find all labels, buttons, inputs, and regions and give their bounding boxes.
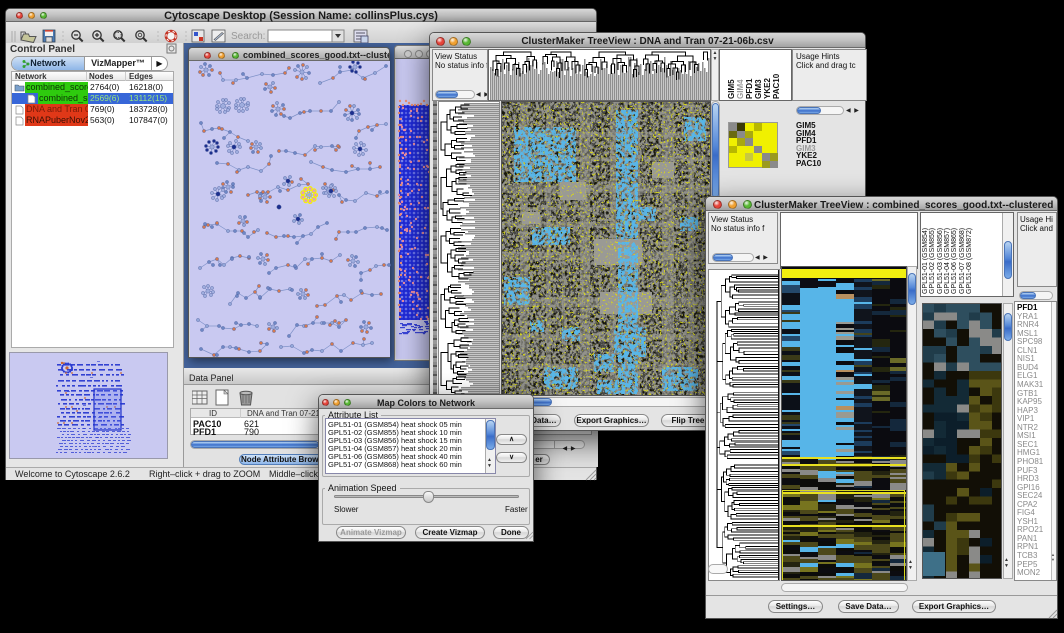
svg-text:Search:: Search:: [231, 31, 265, 42]
